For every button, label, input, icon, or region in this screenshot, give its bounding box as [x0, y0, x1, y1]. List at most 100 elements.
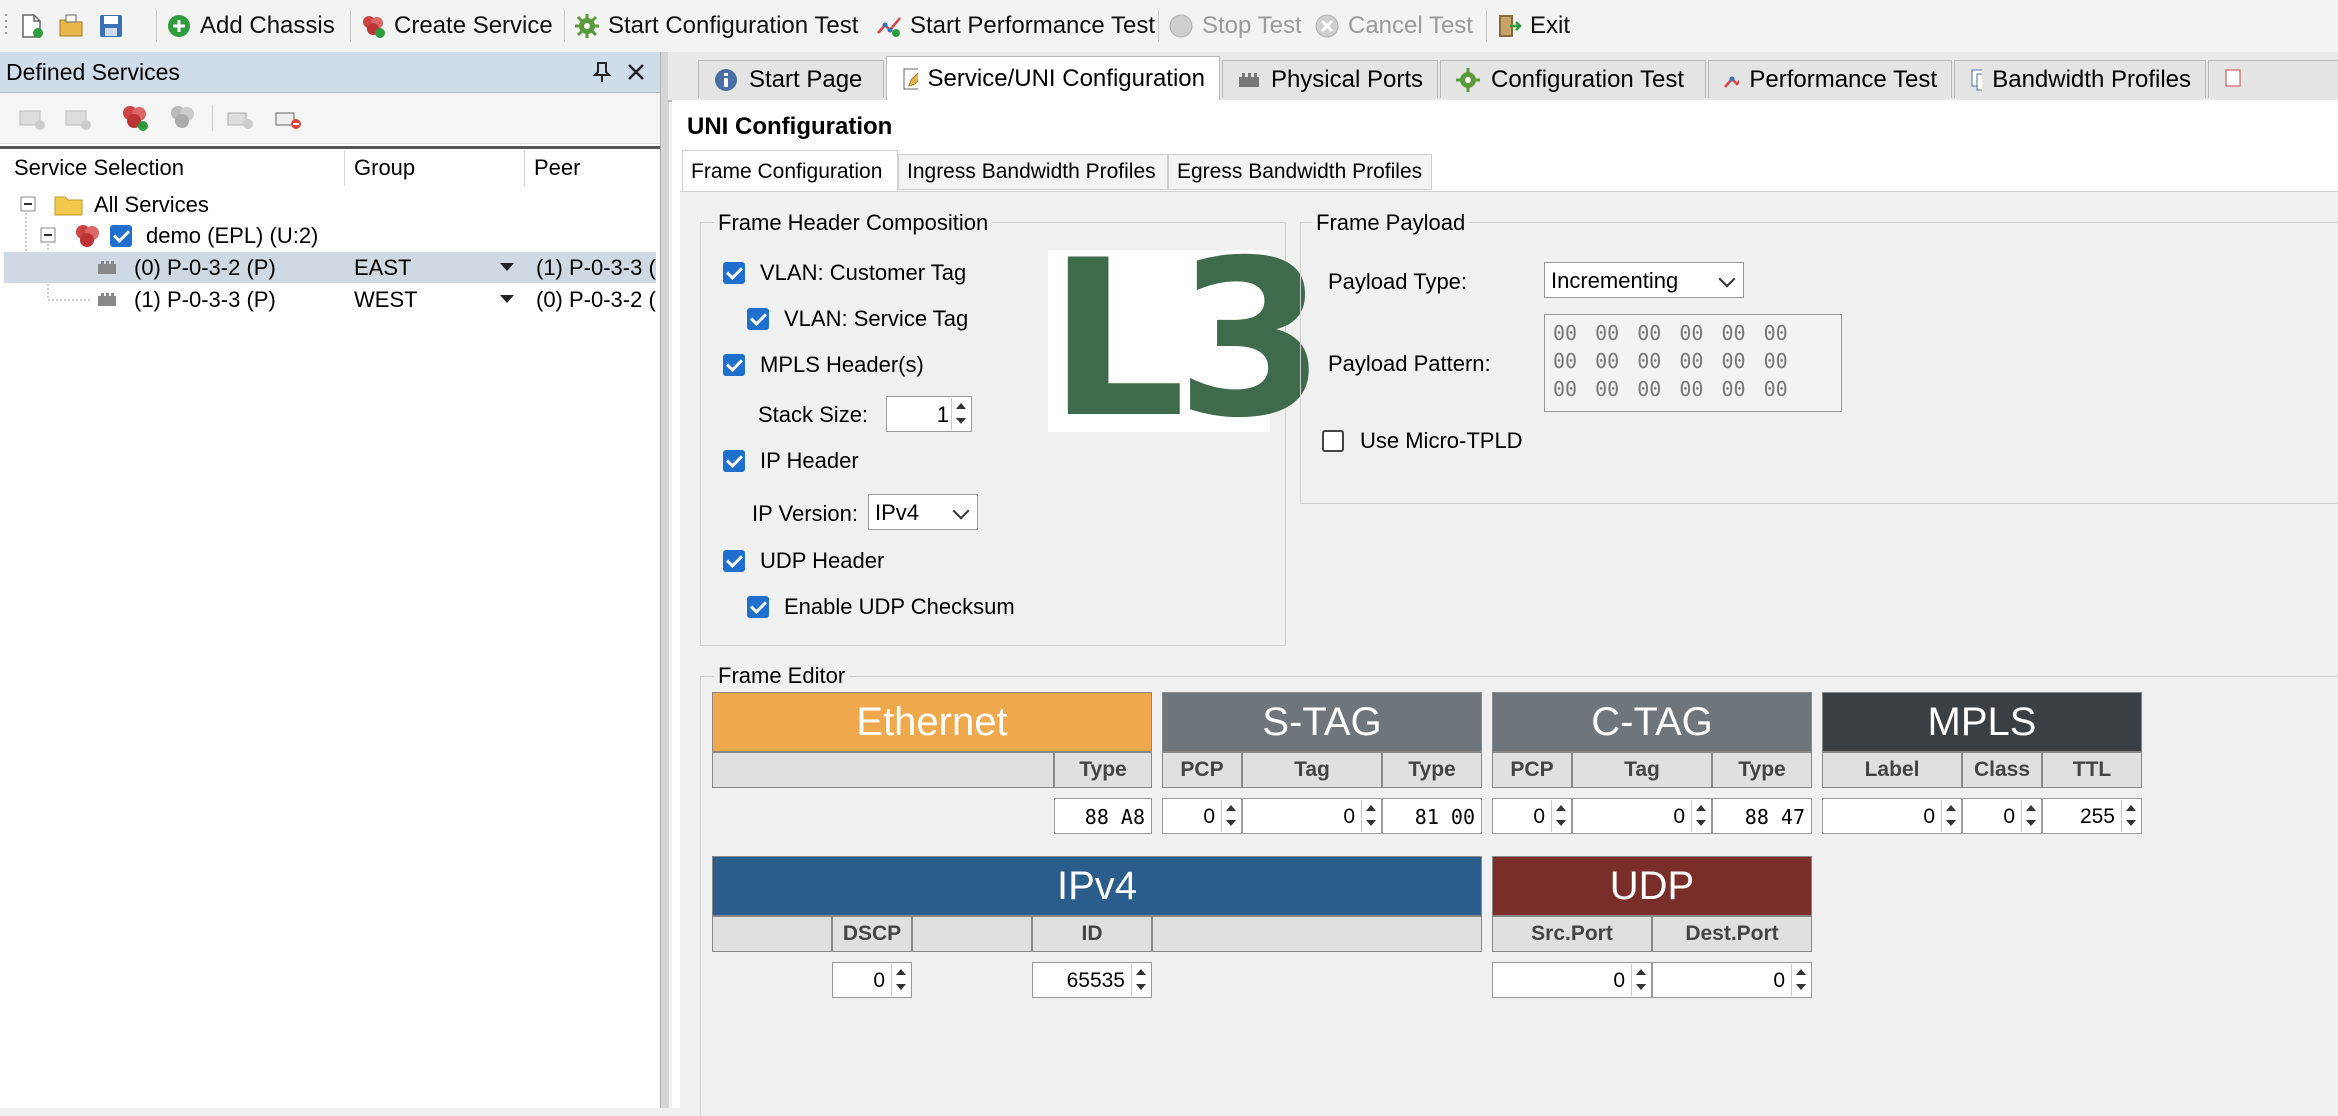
close-icon[interactable]: [626, 62, 646, 82]
ethernet-type-field[interactable]: 88 A8: [1054, 798, 1152, 834]
udp-header-block[interactable]: UDP: [1492, 856, 1812, 916]
gear-bug-icon: [1456, 67, 1480, 92]
ctag-header-block[interactable]: C-TAG: [1492, 692, 1812, 752]
documents-icon: [2225, 69, 2241, 86]
collapse-icon[interactable]: [40, 227, 58, 245]
tab-overflow[interactable]: [2208, 60, 2338, 98]
tab-physical-ports[interactable]: Physical Ports: [1222, 60, 1438, 98]
ip-header-checkbox[interactable]: [723, 450, 745, 472]
remove-service-icon[interactable]: [168, 103, 198, 133]
cancel-test-button[interactable]: Cancel Test: [1314, 6, 1473, 46]
new-file-button[interactable]: [18, 6, 44, 46]
ipv4-id-spinner[interactable]: 65535: [1032, 962, 1152, 998]
column-service-selection[interactable]: Service Selection: [14, 155, 184, 181]
vlan-customer-tag-label: VLAN: Customer Tag: [760, 260, 967, 285]
add-port-icon[interactable]: [18, 105, 46, 131]
ethernet-header-block[interactable]: Ethernet: [712, 692, 1152, 752]
ipv4-id-header: ID: [1032, 916, 1152, 952]
field-value: 0: [1923, 805, 1935, 828]
block-title: UDP: [1609, 863, 1695, 908]
tab-configuration-test[interactable]: Configuration Test: [1440, 60, 1706, 98]
mpls-class-spinner[interactable]: 0: [1962, 798, 2042, 834]
stag-pcp-spinner[interactable]: 0: [1162, 798, 1242, 834]
subtab-egress-bandwidth-profiles[interactable]: Egress Bandwidth Profiles: [1168, 154, 1432, 190]
column-group[interactable]: Group: [354, 155, 415, 181]
tab-service-uni-configuration[interactable]: Service/UNI Configuration: [886, 56, 1220, 100]
enable-udp-checksum-label: Enable UDP Checksum: [784, 594, 1015, 619]
mpls-ttl-spinner[interactable]: 255: [2042, 798, 2142, 834]
ctag-pcp-spinner[interactable]: 0: [1492, 798, 1572, 834]
udp-header-checkbox[interactable]: [723, 550, 745, 572]
payload-type-select[interactable]: Incrementing: [1544, 262, 1744, 298]
dropdown-arrow-icon[interactable]: [500, 263, 514, 273]
port-group[interactable]: WEST: [354, 287, 418, 313]
add-uni-icon[interactable]: [226, 105, 256, 131]
ctag-tag-spinner[interactable]: 0: [1572, 798, 1712, 834]
stag-tag-spinner[interactable]: 0: [1242, 798, 1382, 834]
remove-port-icon[interactable]: [64, 105, 92, 131]
collapse-icon[interactable]: [20, 196, 38, 214]
pin-icon[interactable]: [592, 61, 612, 83]
port-group[interactable]: EAST: [354, 255, 411, 281]
tree-row-port[interactable]: (1) P-0-3-3 (P) WEST (0) P-0-3-2 (: [4, 284, 656, 315]
open-file-button[interactable]: [58, 6, 84, 46]
stack-size-spinner[interactable]: 1: [886, 396, 972, 432]
dropdown-arrow-icon[interactable]: [500, 295, 514, 305]
vlan-service-tag-checkbox[interactable]: [747, 308, 769, 330]
column-peer[interactable]: Peer: [534, 155, 580, 181]
service-label: demo (EPL) (U:2): [146, 223, 319, 248]
vlan-customer-tag-checkbox[interactable]: [723, 262, 745, 284]
micro-tpld-checkbox[interactable]: [1322, 430, 1344, 452]
chevron-down-icon: [1718, 270, 1736, 288]
mpls-headers-checkbox[interactable]: [723, 354, 745, 376]
ipv4-header-block[interactable]: IPv4: [712, 856, 1482, 916]
payload-pattern-field[interactable]: 00 00 00 00 00 00 00 00 00 00 00 00 00 0…: [1544, 314, 1842, 412]
info-icon: [715, 68, 737, 91]
field-value: 81 00: [1414, 805, 1475, 829]
ipv4-dscp-spinner[interactable]: 0: [832, 962, 912, 998]
stag-header-block[interactable]: S-TAG: [1162, 692, 1482, 752]
block-title: S-TAG: [1262, 699, 1382, 744]
tree-row-port[interactable]: (0) P-0-3-2 (P) EAST (1) P-0-3-3 (: [4, 252, 656, 283]
panel-splitter[interactable]: [660, 52, 669, 1108]
group-title: Frame Editor: [714, 663, 850, 689]
mpls-header-block[interactable]: MPLS: [1822, 692, 2142, 752]
stag-type-field[interactable]: 81 00: [1382, 798, 1482, 834]
tab-bandwidth-profiles[interactable]: Bandwidth Profiles: [1954, 60, 2206, 98]
tree-node-all-services[interactable]: All Services: [4, 189, 656, 220]
mpls-label-spinner[interactable]: 0: [1822, 798, 1962, 834]
stop-test-button[interactable]: Stop Test: [1168, 6, 1302, 46]
mpls-headers-label: MPLS Header(s): [760, 352, 924, 377]
port-icon: [98, 261, 116, 274]
service-checkbox[interactable]: [110, 225, 132, 247]
udp-dest-port-spinner[interactable]: 0: [1652, 962, 1812, 998]
tree-node-service[interactable]: demo (EPL) (U:2): [4, 220, 656, 251]
save-disk-icon: [100, 15, 122, 37]
ip-version-select[interactable]: IPv4: [868, 494, 978, 530]
udp-header-label: UDP Header: [760, 548, 885, 573]
remove-uni-icon[interactable]: [274, 105, 304, 131]
create-service-button[interactable]: Create Service: [360, 6, 553, 46]
exit-button[interactable]: Exit: [1496, 6, 1570, 46]
udp-src-port-spinner[interactable]: 0: [1492, 962, 1652, 998]
tab-performance-test[interactable]: Performance Test: [1708, 60, 1952, 98]
field-value: 88 47: [1744, 805, 1805, 829]
enable-udp-checksum-checkbox[interactable]: [747, 596, 769, 618]
start-performance-test-button[interactable]: Start Performance Test: [876, 6, 1155, 46]
field-value: 88 A8: [1084, 805, 1145, 829]
ctag-type-field[interactable]: 88 47: [1712, 798, 1812, 834]
field-value: 0: [1533, 805, 1545, 828]
ipv4-spacer-cell: [712, 916, 832, 952]
stag-pcp-header: PCP: [1162, 752, 1242, 788]
add-service-icon[interactable]: [120, 103, 150, 133]
subtab-frame-configuration[interactable]: Frame Configuration: [682, 150, 898, 192]
start-configuration-test-button[interactable]: Start Configuration Test: [574, 6, 858, 46]
folder-icon: [54, 196, 83, 216]
cancel-test-label: Cancel Test: [1348, 12, 1473, 39]
pattern-line: 00 00 00 00 00 00: [1553, 321, 1788, 345]
tab-start-page[interactable]: Start Page: [698, 60, 884, 98]
add-chassis-button[interactable]: Add Chassis: [166, 6, 335, 46]
field-value: 0: [1343, 805, 1355, 828]
subtab-ingress-bandwidth-profiles[interactable]: Ingress Bandwidth Profiles: [898, 154, 1168, 190]
save-button[interactable]: [98, 6, 124, 46]
